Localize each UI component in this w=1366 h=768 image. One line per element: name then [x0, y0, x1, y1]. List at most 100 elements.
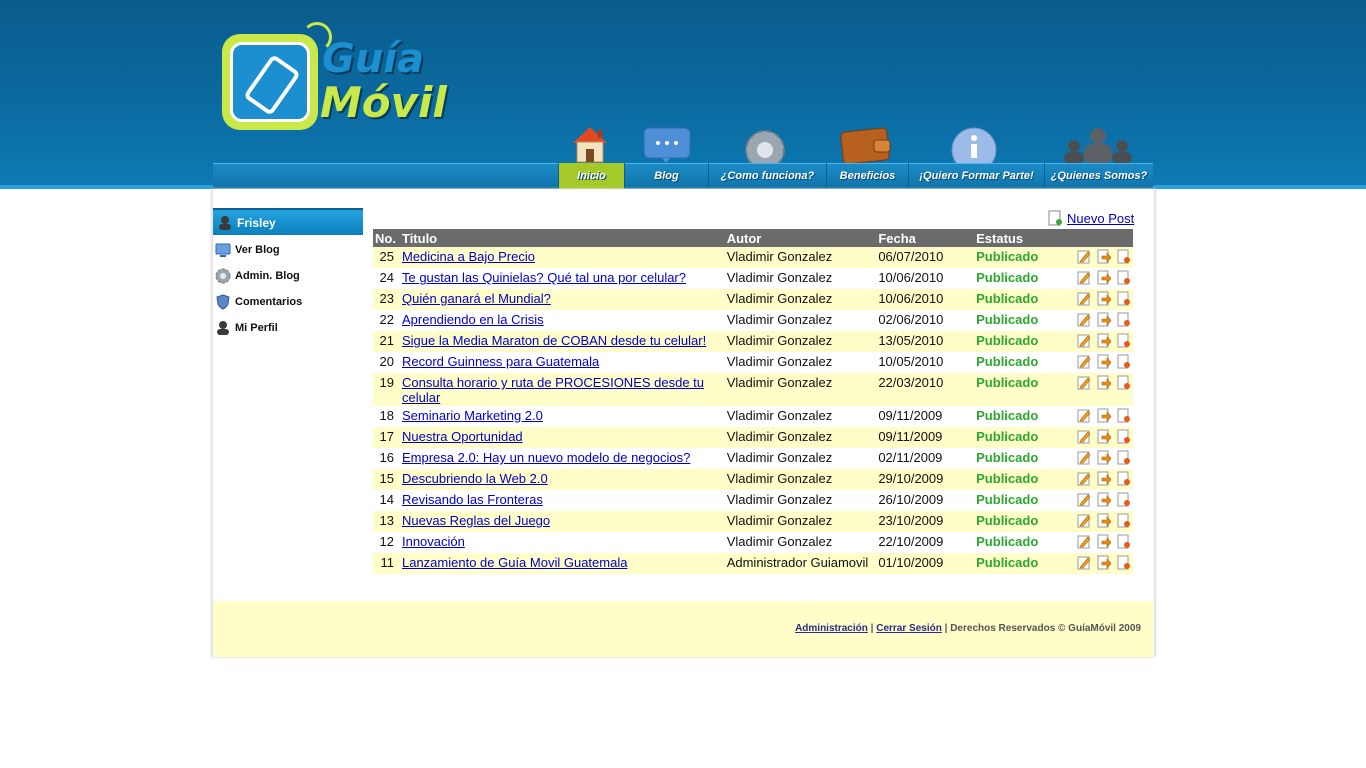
nav-inicio[interactable]: Inicio [558, 163, 624, 189]
edit-pencil-icon[interactable] [1077, 354, 1091, 369]
post-actions [1068, 469, 1133, 490]
nav-quiero-formar-parte[interactable]: ¡Quiero Formar Parte! [908, 163, 1044, 189]
nav-quienes-somos[interactable]: ¿Quienes Somos? [1044, 163, 1153, 189]
publish-arrow-icon[interactable] [1097, 471, 1112, 486]
post-actions [1068, 511, 1133, 532]
post-actions [1068, 310, 1133, 331]
sidebar-item-mi-perfil[interactable]: Mi Perfil [215, 318, 278, 338]
publish-arrow-icon[interactable] [1097, 429, 1112, 444]
publish-arrow-icon[interactable] [1097, 555, 1112, 570]
post-title-link[interactable]: Aprendiendo en la Crisis [402, 312, 544, 327]
publish-arrow-icon[interactable] [1097, 450, 1112, 465]
gear-icon[interactable] [742, 126, 788, 164]
publish-arrow-icon[interactable] [1097, 492, 1112, 507]
edit-pencil-icon[interactable] [1077, 375, 1091, 390]
publish-arrow-icon[interactable] [1097, 270, 1112, 285]
publish-arrow-icon[interactable] [1097, 354, 1112, 369]
nav-beneficios[interactable]: Beneficios [826, 163, 908, 189]
publish-arrow-icon[interactable] [1097, 534, 1112, 549]
nav-blog[interactable]: Blog [624, 163, 708, 189]
post-title-link[interactable]: Seminario Marketing 2.0 [402, 408, 543, 423]
publish-arrow-icon[interactable] [1097, 291, 1112, 306]
people-icon[interactable] [1054, 126, 1142, 164]
edit-pencil-icon[interactable] [1077, 534, 1091, 549]
sidebar-item-comentarios[interactable]: Comentarios [215, 292, 302, 312]
table-row: 13 Nuevas Reglas del Juego Vladimir Gonzal… [373, 511, 1133, 532]
logout-link[interactable]: Cerrar Sesión [876, 623, 942, 634]
wallet-icon[interactable] [840, 126, 892, 164]
edit-pencil-icon[interactable] [1077, 408, 1091, 423]
delete-document-icon[interactable] [1117, 249, 1131, 264]
post-title-link[interactable]: Consulta horario y ruta de PROCESIONES d… [402, 375, 704, 405]
post-status: Publicado [974, 268, 1069, 289]
delete-document-icon[interactable] [1117, 291, 1131, 306]
nav-como-funciona[interactable]: ¿Como funciona? [708, 163, 826, 189]
column-header-autor: Autor [724, 229, 877, 247]
delete-document-icon[interactable] [1117, 333, 1131, 348]
delete-document-icon[interactable] [1117, 429, 1131, 444]
publish-arrow-icon[interactable] [1097, 513, 1112, 528]
edit-pencil-icon[interactable] [1077, 513, 1091, 528]
post-title-link[interactable]: Revisando las Fronteras [402, 492, 543, 507]
post-author: Vladimir Gonzalez [724, 310, 877, 331]
post-title-link[interactable]: Sigue la Media Maraton de COBAN desde tu… [402, 333, 706, 348]
edit-pencil-icon[interactable] [1077, 429, 1091, 444]
post-status: Publicado [974, 511, 1069, 532]
post-date: 13/05/2010 [876, 331, 975, 352]
edit-pencil-icon[interactable] [1077, 270, 1091, 285]
delete-document-icon[interactable] [1117, 450, 1131, 465]
edit-pencil-icon[interactable] [1077, 312, 1091, 327]
publish-arrow-icon[interactable] [1097, 375, 1112, 390]
edit-pencil-icon[interactable] [1077, 555, 1091, 570]
edit-pencil-icon[interactable] [1077, 333, 1091, 348]
sidebar-item-admin-blog[interactable]: Admin. Blog [215, 266, 300, 286]
edit-pencil-icon[interactable] [1077, 291, 1091, 306]
post-date: 02/06/2010 [876, 310, 975, 331]
user-icon [215, 320, 231, 336]
edit-pencil-icon[interactable] [1077, 450, 1091, 465]
home-icon[interactable] [568, 124, 612, 164]
edit-pencil-icon[interactable] [1077, 249, 1091, 264]
post-number: 17 [373, 427, 400, 448]
delete-document-icon[interactable] [1117, 312, 1131, 327]
table-row: 20 Record Guinness para Guatemala Vladimir… [373, 352, 1133, 373]
delete-document-icon[interactable] [1117, 555, 1131, 570]
post-title-link[interactable]: Nuevas Reglas del Juego [402, 513, 550, 528]
chat-bubble-icon[interactable] [642, 126, 692, 164]
publish-arrow-icon[interactable] [1097, 333, 1112, 348]
post-title-cell: Quién ganará el Mundial? [399, 289, 725, 310]
table-row: 17 Nuestra Oportunidad Vladimir Gonzalez 09… [373, 427, 1133, 448]
post-title-link[interactable]: Medicina a Bajo Precio [402, 249, 535, 264]
publish-arrow-icon[interactable] [1097, 408, 1112, 423]
delete-document-icon[interactable] [1117, 492, 1131, 507]
delete-document-icon[interactable] [1117, 270, 1131, 285]
post-title-link[interactable]: Record Guinness para Guatemala [402, 354, 599, 369]
post-title-link[interactable]: Te gustan las Quinielas? Qué tal una por… [402, 270, 686, 285]
post-title-link[interactable]: Quién ganará el Mundial? [402, 291, 551, 306]
delete-document-icon[interactable] [1117, 534, 1131, 549]
new-post-link[interactable]: Nuevo Post [1047, 208, 1134, 228]
post-actions [1068, 247, 1133, 268]
publish-arrow-icon[interactable] [1097, 312, 1112, 327]
table-header-row: No. Titulo Autor Fecha Estatus [373, 229, 1133, 247]
post-title-link[interactable]: Nuestra Oportunidad [402, 429, 523, 444]
site-logo[interactable]: Guía Móvil [220, 22, 447, 134]
post-title-link[interactable]: Empresa 2.0: Hay un nuevo modelo de nego… [402, 450, 690, 465]
delete-document-icon[interactable] [1117, 375, 1131, 390]
delete-document-icon[interactable] [1117, 471, 1131, 486]
post-title-link[interactable]: Innovación [402, 534, 465, 549]
post-status: Publicado [974, 247, 1069, 268]
post-title-link[interactable]: Descubriendo la Web 2.0 [402, 471, 548, 486]
post-status: Publicado [974, 310, 1069, 331]
admin-link[interactable]: Administración [795, 623, 868, 634]
delete-document-icon[interactable] [1117, 513, 1131, 528]
edit-pencil-icon[interactable] [1077, 471, 1091, 486]
info-icon[interactable] [950, 126, 998, 164]
post-title-link[interactable]: Lanzamiento de Guía Movil Guatemala [402, 555, 627, 570]
delete-document-icon[interactable] [1117, 354, 1131, 369]
post-date: 10/06/2010 [876, 289, 975, 310]
sidebar-item-ver-blog[interactable]: Ver Blog [215, 240, 280, 260]
edit-pencil-icon[interactable] [1077, 492, 1091, 507]
publish-arrow-icon[interactable] [1097, 249, 1112, 264]
delete-document-icon[interactable] [1117, 408, 1131, 423]
